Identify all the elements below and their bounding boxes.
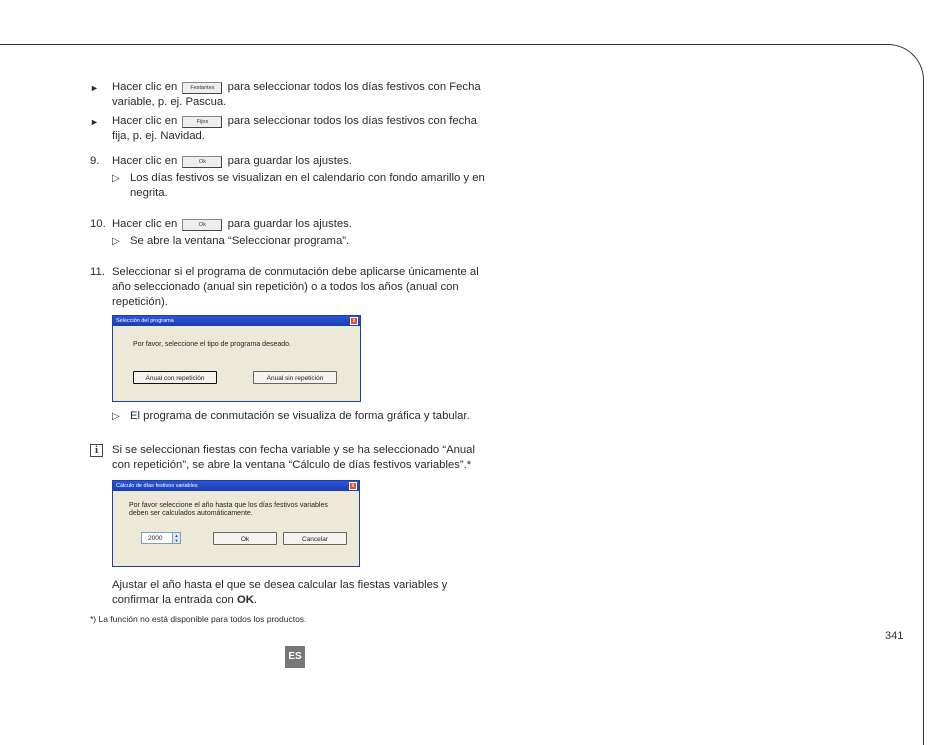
after-dialog-text: Ajustar el año hasta el que se desea cal… (112, 578, 492, 608)
step-text: para guardar los ajustes. (227, 218, 352, 230)
bullet-text: Hacer clic en (112, 81, 178, 93)
annual-no-repeat-button[interactable]: Anual sin repetición (253, 371, 337, 384)
info-note: i Si se seleccionan fiestas con fecha va… (90, 443, 490, 473)
dialog-message: Por favor, seleccione el tipo de program… (133, 341, 291, 348)
step-11: 11. Seleccionar si el programa de conmut… (90, 265, 490, 310)
page-number: 341 (885, 630, 904, 642)
result-marker: ▷ (112, 411, 120, 422)
step-text: para guardar los ajustes. (227, 155, 352, 167)
step-number: 9. (90, 155, 100, 167)
dialog-title-bar: Selección del programa x (113, 316, 360, 326)
year-spinner[interactable]: 2000 ▲ ▼ (141, 532, 181, 544)
festantes-button[interactable]: Festantes (182, 82, 223, 94)
cancel-button[interactable]: Cancelar (283, 532, 347, 545)
fijos-button[interactable]: Fijos (182, 116, 223, 128)
step-number: 10. (90, 218, 106, 230)
year-value: 2000 (148, 535, 163, 542)
dialog-title: Cálculo de días festivos variables (116, 483, 198, 489)
step-10: 10. Hacer clic en Ok para guardar los aj… (90, 217, 490, 232)
after-text-end: . (253, 594, 258, 606)
after-text: Ajustar el año hasta el que se desea cal… (112, 579, 448, 606)
ok-button[interactable]: Ok (182, 156, 223, 168)
result-text: Se abre la ventana “Seleccionar programa… (130, 235, 350, 247)
bullet-fijos: ► Hacer clic en Fijos para seleccionar t… (90, 114, 490, 144)
footnote: *) La función no está disponible para to… (90, 614, 307, 624)
step-11-result-wrap: ▷ El programa de conmutación se visualiz… (90, 407, 490, 424)
select-program-dialog: Selección del programa x Por favor, sele… (112, 315, 361, 402)
step-9: 9. Hacer clic en Ok para guardar los aju… (90, 154, 490, 169)
spinner-arrows-icon[interactable]: ▲ ▼ (172, 533, 180, 543)
info-icon: i (90, 444, 103, 457)
step-11-result: ▷ El programa de conmutación se visualiz… (90, 409, 490, 424)
note-text: Si se seleccionan fiestas con fecha vari… (112, 444, 475, 471)
language-tab: ES (285, 646, 305, 668)
after-text-bold: OK (236, 594, 254, 606)
ok-button[interactable]: Ok (213, 532, 277, 545)
bullet-festantes: ► Hacer clic en Festantes para seleccion… (90, 80, 490, 110)
dialog-message: Por favor seleccione el año hasta que lo… (129, 502, 328, 517)
step-text: Hacer clic en (112, 218, 178, 230)
bullet-marker: ► (90, 83, 99, 93)
annual-repeat-button[interactable]: Anual con repetición (133, 371, 217, 384)
instructions: ► Hacer clic en Festantes para seleccion… (90, 80, 490, 310)
variable-holidays-dialog: Cálculo de días festivos variables x Por… (112, 480, 360, 567)
result-text: El programa de conmutación se visualiza … (130, 410, 470, 422)
ok-button[interactable]: Ok (182, 219, 223, 231)
step-text: Seleccionar si el programa de conmutació… (112, 266, 479, 308)
dialog-title-bar: Cálculo de días festivos variables x (113, 481, 359, 491)
dialog-title: Selección del programa (116, 318, 174, 324)
step-number: 11. (90, 266, 105, 278)
close-icon[interactable]: x (349, 482, 357, 490)
result-marker: ▷ (112, 236, 120, 247)
close-icon[interactable]: x (350, 317, 358, 325)
result-marker: ▷ (112, 173, 120, 184)
step-text: Hacer clic en (112, 155, 178, 167)
bullet-text: Hacer clic en (112, 115, 178, 127)
bullet-marker: ► (90, 117, 99, 127)
step-10-result: ▷ Se abre la ventana “Seleccionar progra… (90, 234, 490, 249)
result-text: Los días festivos se visualizan en el ca… (130, 172, 485, 199)
step-9-result: ▷ Los días festivos se visualizan en el … (90, 171, 490, 201)
